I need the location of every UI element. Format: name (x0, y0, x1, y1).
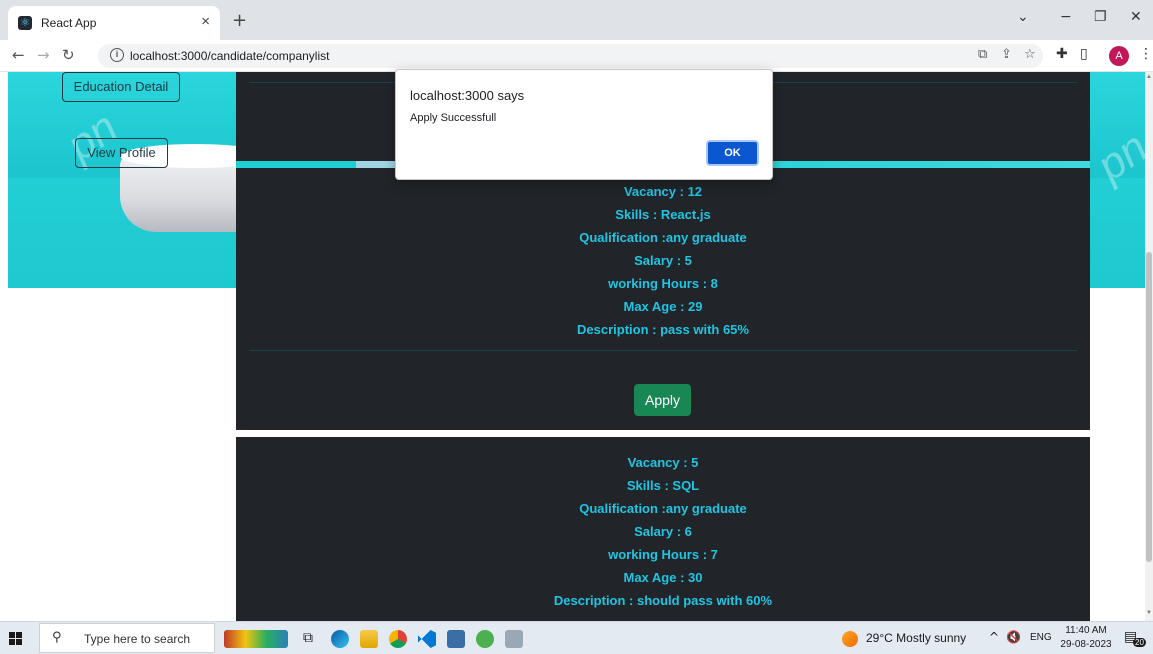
tray-chevron-icon[interactable]: ^ (989, 630, 999, 644)
card-divider (249, 350, 1077, 351)
browser-toolbar: ← → ↻ i localhost:3000/candidate/company… (0, 40, 1153, 72)
tab-strip: ⚛ React App × + ⌄ − ❐ ✕ (0, 0, 1153, 40)
site-info-icon[interactable]: i (110, 48, 124, 62)
weather-text[interactable]: 29°C Mostly sunny (866, 631, 966, 645)
notes-app-icon[interactable] (447, 630, 465, 648)
cloud-app-icon[interactable] (505, 630, 523, 648)
clock-date: 29-08-2023 (1060, 639, 1112, 650)
scroll-down-icon[interactable]: ▼ (1145, 610, 1153, 616)
side-panel-icon[interactable]: ▯ (1080, 46, 1088, 62)
share-icon[interactable]: ⇪ (1001, 47, 1012, 62)
skills-text: Skills : SQL (626, 478, 700, 493)
url-text[interactable]: localhost:3000/candidate/companylist (130, 49, 329, 63)
browser-tab[interactable]: ⚛ React App × (8, 6, 220, 40)
scroll-up-icon[interactable]: ▲ (1145, 74, 1153, 80)
vscode-icon[interactable] (418, 630, 436, 648)
page-scrollbar[interactable]: ▲ ▼ (1145, 72, 1153, 621)
max-age-text: Max Age : 29 (623, 299, 703, 314)
language-indicator[interactable]: ENG (1030, 632, 1052, 643)
alert-dialog: localhost:3000 says Apply Successfull OK (395, 69, 773, 180)
search-placeholder[interactable]: Type here to search (84, 632, 190, 646)
taskbar-clock[interactable]: 11:40 AM 29-08-2023 (1060, 624, 1112, 652)
card-details: Vacancy : 12 Skills : React.js Qualifica… (236, 180, 1090, 341)
close-window-icon[interactable]: ✕ (1130, 9, 1142, 25)
minimize-icon[interactable]: − (1060, 9, 1072, 25)
clock-time: 11:40 AM (1065, 625, 1107, 636)
skills-text: Skills : React.js (615, 207, 711, 222)
dialog-message: Apply Successfull (410, 112, 497, 124)
notification-count: 20 (1133, 638, 1146, 647)
description-text: Description : should pass with 60% (553, 593, 773, 608)
working-hours-text: working Hours : 8 (608, 276, 718, 291)
bookmark-star-icon[interactable]: ☆ (1024, 47, 1036, 62)
chrome-icon[interactable] (389, 630, 407, 648)
qualification-text: Qualification :any graduate (579, 230, 747, 245)
weather-icon[interactable] (842, 631, 858, 647)
extensions-icon[interactable]: ✚ (1056, 46, 1068, 62)
file-explorer-icon[interactable] (360, 630, 378, 648)
max-age-text: Max Age : 30 (623, 570, 703, 585)
taskbar-search-box[interactable]: ⚲ Type here to search (39, 623, 215, 653)
description-text: Description : pass with 65% (577, 322, 749, 337)
open-in-app-icon[interactable]: ⧉ (978, 47, 987, 62)
education-detail-button[interactable]: Education Detail (62, 72, 180, 102)
windows-start-icon[interactable] (9, 632, 22, 645)
menu-dots-icon[interactable]: ⋮ (1139, 46, 1153, 62)
profile-avatar[interactable]: A (1109, 46, 1129, 66)
card-details: Vacancy : 5 Skills : SQL Qualification :… (236, 451, 1090, 612)
view-profile-button[interactable]: View Profile (75, 138, 168, 168)
working-hours-text: working Hours : 7 (608, 547, 718, 562)
tab-title: React App (41, 16, 97, 30)
reload-icon[interactable]: ↻ (62, 46, 75, 64)
vacancy-text: Vacancy : 5 (627, 455, 699, 470)
green-app-icon[interactable] (476, 630, 494, 648)
company-card: Vacancy : 5 Skills : SQL Qualification :… (236, 437, 1090, 621)
address-bar[interactable]: i localhost:3000/candidate/companylist ⧉… (98, 44, 1043, 68)
scroll-thumb[interactable] (1146, 252, 1152, 562)
salary-text: Salary : 5 (634, 253, 692, 268)
back-icon[interactable]: ← (12, 46, 25, 64)
vacancy-text: Vacancy : 12 (623, 184, 703, 199)
qualification-text: Qualification :any graduate (579, 501, 747, 516)
edge-browser-icon[interactable] (331, 630, 349, 648)
tab-search-icon[interactable]: ⌄ (1017, 9, 1029, 25)
tab-close-icon[interactable]: × (201, 13, 210, 30)
react-favicon-icon: ⚛ (18, 16, 32, 30)
volume-icon[interactable]: 🔇 (1006, 630, 1021, 644)
taskbar: ⚲ Type here to search ⧉ 29°C Mostly sunn… (0, 621, 1153, 654)
search-highlight-icon[interactable] (224, 630, 288, 648)
search-icon: ⚲ (52, 630, 62, 645)
task-view-icon[interactable]: ⧉ (303, 630, 313, 646)
forward-icon[interactable]: → (37, 46, 50, 64)
dialog-title: localhost:3000 says (410, 88, 525, 103)
apply-button[interactable]: Apply (634, 384, 691, 416)
salary-text: Salary : 6 (634, 524, 692, 539)
ok-button[interactable]: OK (706, 140, 759, 166)
restore-icon[interactable]: ❐ (1094, 9, 1107, 25)
new-tab-button[interactable]: + (232, 10, 247, 31)
